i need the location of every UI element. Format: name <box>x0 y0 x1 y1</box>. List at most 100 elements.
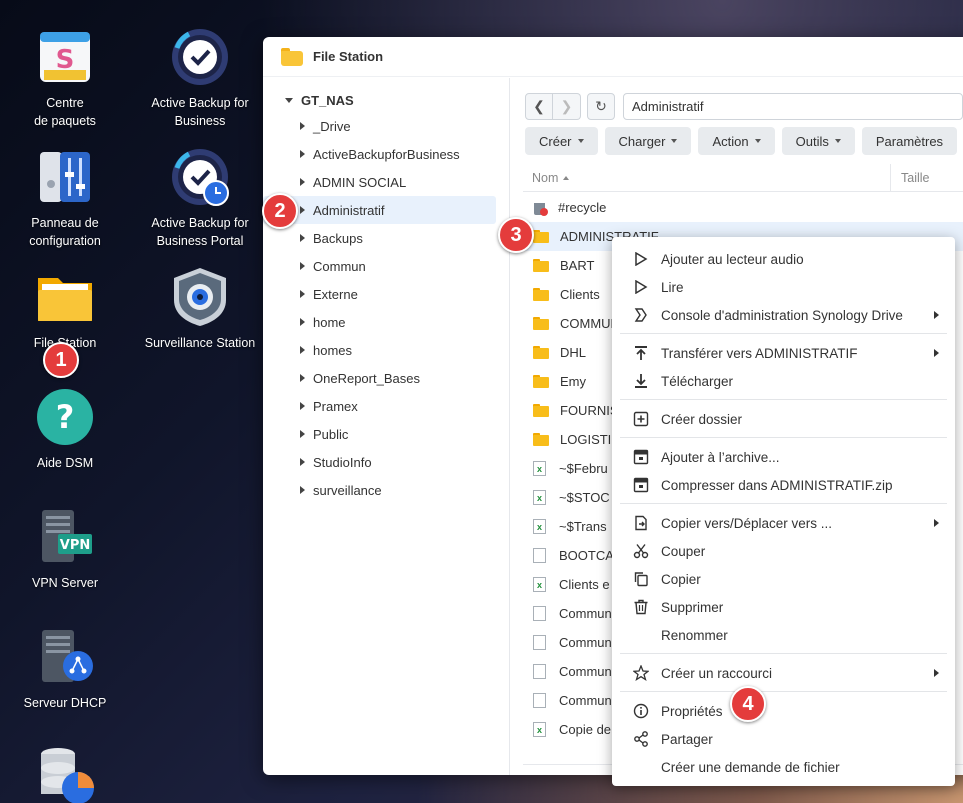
menu-item-copy[interactable]: Copier <box>612 565 955 593</box>
excel-file-icon: x <box>533 722 546 737</box>
tree-node-admin-social[interactable]: ADMIN SOCIAL <box>263 168 496 196</box>
play-icon <box>632 250 650 268</box>
tree-node-pramex[interactable]: Pramex <box>263 392 496 420</box>
camera-icon <box>169 266 231 328</box>
caret-down-icon <box>754 139 761 143</box>
menu-item-upload-to[interactable]: Transférer vers ADMINISTRATIF <box>612 339 955 367</box>
menu-item-copy-move-to[interactable]: Copier vers/Déplacer vers ... <box>612 509 955 537</box>
chevron-right-icon <box>300 430 305 438</box>
file-icon <box>533 548 546 563</box>
settings-button[interactable]: Paramètres <box>861 127 958 155</box>
chevron-right-icon <box>300 234 305 242</box>
trash-icon <box>632 598 650 616</box>
chevron-right-icon <box>300 290 305 298</box>
tree-node-externe[interactable]: Externe <box>263 280 496 308</box>
tree-node-onereport[interactable]: OneReport_Bases <box>263 364 496 392</box>
menu-divider <box>620 653 947 654</box>
upload-button[interactable]: Charger <box>604 127 692 155</box>
back-button[interactable]: ❮ <box>525 93 553 120</box>
desktop-icon-active-backup-portal[interactable]: Active Backup for Business Portal <box>135 146 265 250</box>
desktop-icon-surveillance-station[interactable]: Surveillance Station <box>135 266 265 352</box>
chevron-right-icon <box>300 150 305 158</box>
menu-item-cut[interactable]: Couper <box>612 537 955 565</box>
menu-item-create-folder[interactable]: Créer dossier <box>612 405 955 433</box>
path-field[interactable]: Administratif <box>623 93 963 120</box>
menu-item-drive-console[interactable]: Console d'administration Synology Drive <box>612 301 955 329</box>
chevron-right-icon <box>934 349 939 357</box>
tree-node-activebackup[interactable]: ActiveBackupforBusiness <box>263 140 496 168</box>
new-folder-icon <box>632 410 650 428</box>
desktop-icon-file-station[interactable]: File Station <box>0 266 130 352</box>
chevron-right-icon <box>300 262 305 270</box>
folder-tree: GT_NAS _Drive ActiveBackupforBusiness AD… <box>263 78 510 775</box>
nav-row: ❮ ❯ ↻ Administratif <box>525 93 963 120</box>
menu-divider <box>620 399 947 400</box>
star-icon <box>632 664 650 682</box>
download-icon <box>632 372 650 390</box>
menu-item-add-audio-player[interactable]: Ajouter au lecteur audio <box>612 245 955 273</box>
chevron-right-icon <box>300 318 305 326</box>
tree-root[interactable]: GT_NAS <box>263 88 509 112</box>
forward-button[interactable]: ❯ <box>553 93 581 120</box>
step-badge-3: 3 <box>498 217 534 253</box>
tree-node-homes[interactable]: homes <box>263 336 496 364</box>
menu-item-create-shortcut[interactable]: Créer un raccourci <box>612 659 955 687</box>
desktop-icon-storage[interactable] <box>0 744 130 803</box>
folder-icon <box>533 259 549 272</box>
active-backup-portal-icon <box>169 146 231 208</box>
archive-icon <box>632 476 650 494</box>
tree-node-public[interactable]: Public <box>263 420 496 448</box>
tree-node-studioinfo[interactable]: StudioInfo <box>263 448 496 476</box>
database-icon <box>34 744 96 803</box>
chevron-right-icon <box>300 402 305 410</box>
menu-item-rename[interactable]: Renommer <box>612 621 955 649</box>
menu-item-compress-zip[interactable]: Compresser dans ADMINISTRATIF.zip <box>612 471 955 499</box>
desktop-icon-active-backup[interactable]: Active Backup for Business <box>135 26 265 130</box>
tools-button[interactable]: Outils <box>781 127 855 155</box>
desktop-icon-dsm-help[interactable]: ? Aide DSM <box>0 386 130 472</box>
desktop-icon-vpn-server[interactable]: VPN VPN Server <box>0 506 130 592</box>
menu-item-properties[interactable]: Propriétés <box>612 697 955 725</box>
desktop-icon-dhcp-server[interactable]: Serveur DHCP <box>0 626 130 712</box>
excel-file-icon: x <box>533 519 546 534</box>
svg-text:S: S <box>56 45 75 75</box>
column-size[interactable]: Taille <box>891 171 930 185</box>
desktop-icon-package-center[interactable]: S Centre de paquets <box>0 26 130 130</box>
tree-node-surveillance[interactable]: surveillance <box>263 476 496 504</box>
chevron-right-icon: ❯ <box>560 98 573 114</box>
tree-node-backups[interactable]: Backups <box>263 224 496 252</box>
folder-icon <box>34 266 96 328</box>
folder-icon <box>533 346 549 359</box>
package-center-icon: S <box>34 26 96 88</box>
table-row[interactable]: #recycle <box>523 193 963 222</box>
window-titlebar[interactable]: File Station <box>263 37 963 77</box>
tree-node-home[interactable]: home <box>263 308 496 336</box>
desktop-icon-control-panel[interactable]: Panneau de configuration <box>0 146 130 250</box>
menu-item-delete[interactable]: Supprimer <box>612 593 955 621</box>
menu-item-file-request[interactable]: Créer une demande de fichier <box>612 753 955 781</box>
column-name[interactable]: Nom <box>523 164 891 191</box>
menu-divider <box>620 503 947 504</box>
recycle-bin-icon <box>533 200 548 216</box>
menu-item-add-archive[interactable]: Ajouter à l’archive... <box>612 443 955 471</box>
play-icon <box>632 278 650 296</box>
menu-divider <box>620 691 947 692</box>
menu-item-share[interactable]: Partager <box>612 725 955 753</box>
archive-icon <box>632 448 650 466</box>
chevron-right-icon <box>300 458 305 466</box>
control-panel-icon <box>34 146 96 208</box>
tree-node-drive[interactable]: _Drive <box>263 112 496 140</box>
menu-item-play[interactable]: Lire <box>612 273 955 301</box>
tree-node-commun[interactable]: Commun <box>263 252 496 280</box>
svg-text:VPN: VPN <box>60 538 90 553</box>
excel-file-icon: x <box>533 461 546 476</box>
chevron-right-icon <box>300 206 305 214</box>
step-badge-1: 1 <box>43 342 79 378</box>
chevron-right-icon <box>934 669 939 677</box>
menu-item-download[interactable]: Télécharger <box>612 367 955 395</box>
action-button[interactable]: Action <box>698 127 775 155</box>
upload-icon <box>632 344 650 362</box>
menu-divider <box>620 333 947 334</box>
refresh-button[interactable]: ↻ <box>587 93 615 120</box>
create-button[interactable]: Créer <box>525 127 598 155</box>
